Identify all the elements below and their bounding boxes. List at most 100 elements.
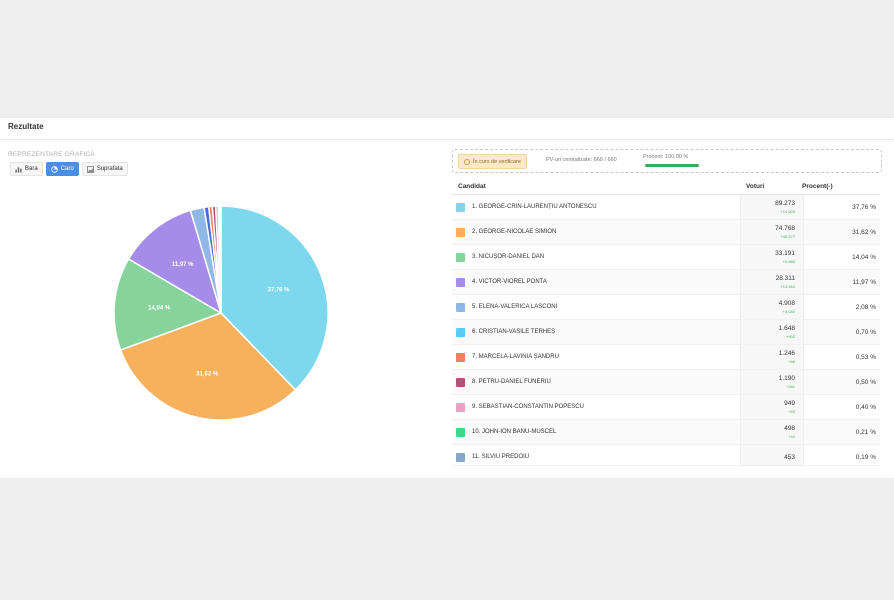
percent-processed: Procent: 100,00 % bbox=[643, 154, 689, 160]
votes-value: 949 bbox=[784, 400, 795, 407]
candidate-color-swatch bbox=[456, 253, 465, 262]
votes-cell: 33.191 +9.880 bbox=[740, 245, 804, 269]
table-row: 10. JOHN-ION BANU-MUSCEL 498 +44 0,21 % bbox=[452, 420, 880, 445]
votes-delta: +68 bbox=[788, 359, 795, 364]
candidate-color-swatch bbox=[456, 353, 465, 362]
clock-icon bbox=[464, 158, 470, 165]
percent-value: 37,76 % bbox=[852, 204, 876, 211]
verification-badge: În curs de verificare bbox=[458, 154, 527, 169]
votes-value: 498 bbox=[784, 425, 795, 432]
table-row: 11. SILVIU PREDOIU 453 0,19 % bbox=[452, 445, 880, 466]
pv-count: PV-uri centralizate: 660 / 660 bbox=[546, 157, 617, 163]
table-row: 5. ELENA-VALERICA LASCONI 4.908 +3.280 2,08… bbox=[452, 295, 880, 320]
votes-cell: 949 +80 bbox=[740, 395, 804, 419]
candidate-color-swatch bbox=[456, 328, 465, 337]
votes-cell: 498 +44 bbox=[740, 420, 804, 444]
bar-chart-icon bbox=[15, 166, 22, 173]
votes-value: 4.908 bbox=[778, 300, 795, 307]
candidate-color-swatch bbox=[456, 453, 465, 462]
votes-cell: 1.648 +902 bbox=[740, 320, 804, 344]
progress-bar-fill bbox=[645, 164, 699, 167]
votes-delta: +44 bbox=[788, 434, 795, 439]
candidate-name: 5. ELENA-VALERICA LASCONI bbox=[472, 304, 558, 310]
votes-value: 28.311 bbox=[775, 275, 795, 282]
pie-chart-icon bbox=[50, 165, 58, 173]
percent-value: 0,50 % bbox=[855, 379, 876, 386]
verification-badge-label: În curs de verificare bbox=[473, 158, 521, 165]
percent-value: 0,19 % bbox=[855, 454, 876, 461]
percent-value: 0,40 % bbox=[855, 404, 876, 411]
candidate-color-swatch bbox=[456, 303, 465, 312]
percent-value: 0,53 % bbox=[855, 354, 876, 361]
candidate-color-swatch bbox=[456, 228, 465, 237]
votes-value: 33.191 bbox=[775, 250, 795, 257]
votes-value: 89.273 bbox=[775, 200, 795, 207]
table-row: 4. VICTOR-VIOREL PONTA 28.311 +13.463 11,97… bbox=[452, 270, 880, 295]
chart-type-toggle: Bara Caro Suprafata bbox=[10, 162, 128, 176]
candidate-color-swatch bbox=[456, 403, 465, 412]
votes-cell: 4.908 +3.280 bbox=[740, 295, 804, 319]
pie-slice-label: 31,62 % bbox=[196, 372, 219, 378]
pie-view-label: Caro bbox=[60, 166, 74, 172]
percent-value: 0,70 % bbox=[855, 329, 876, 336]
percent-column-header[interactable]: Procent(-) bbox=[802, 183, 833, 190]
table-row: 2. GEORGE-NICOLAE SIMION 74.768 +40.577 31,… bbox=[452, 220, 880, 245]
results-table: Candidat Voturi Procent(-) 1. GEORGE-CRI… bbox=[452, 180, 880, 466]
percent-value: 14,04 % bbox=[852, 254, 876, 261]
progress-bar bbox=[645, 164, 699, 167]
candidate-name: 6. CRISTIAN-VASILE TERHEȘ bbox=[472, 329, 556, 335]
area-view-label: Suprafata bbox=[96, 166, 123, 172]
results-panel: Rezultate REPREZENTARE GRAFICĂ Bara Caro… bbox=[0, 118, 894, 478]
table-row: 3. NICUȘOR-DANIEL DAN 33.191 +9.880 14,04 % bbox=[452, 245, 880, 270]
votes-delta: +9.880 bbox=[782, 259, 795, 264]
votes-delta: +40.577 bbox=[780, 234, 795, 239]
candidate-color-swatch bbox=[456, 428, 465, 437]
votes-value: 74.768 bbox=[775, 225, 795, 232]
table-header: Candidat Voturi Procent(-) bbox=[452, 180, 880, 195]
pie-chart: 37,76 % 31,62 % 14,04 % 11,97 % bbox=[113, 205, 329, 421]
pie-slice-label: 11,97 % bbox=[172, 262, 194, 268]
percent-value: 11,97 % bbox=[852, 279, 876, 286]
status-bar: În curs de verificare PV-uri centralizat… bbox=[452, 149, 882, 173]
area-view-button[interactable]: Suprafata bbox=[81, 162, 128, 176]
page-title: Rezultate bbox=[8, 122, 44, 131]
percent-value: 0,21 % bbox=[855, 429, 876, 436]
results-header: Rezultate bbox=[0, 118, 894, 140]
pie-view-button[interactable]: Caro bbox=[45, 162, 79, 176]
votes-cell: 89.273 +14.905 bbox=[740, 195, 804, 219]
candidate-name: 7. MARCELA-LAVINIA ȘANDRU bbox=[472, 354, 559, 360]
table-row: 7. MARCELA-LAVINIA ȘANDRU 1.246 +68 0,53 % bbox=[452, 345, 880, 370]
percent-value: 2,08 % bbox=[855, 304, 876, 311]
table-row: 8. PETRU-DANIEL FUNERIU 1.190 +281 0,50 % bbox=[452, 370, 880, 395]
chart-section-label: REPREZENTARE GRAFICĂ bbox=[8, 151, 95, 158]
votes-delta: +281 bbox=[785, 384, 795, 389]
candidate-name: 8. PETRU-DANIEL FUNERIU bbox=[472, 379, 551, 385]
candidate-color-swatch bbox=[456, 378, 465, 387]
table-body: 1. GEORGE-CRIN-LAURENȚIU ANTONESCU 89.273… bbox=[452, 195, 880, 466]
votes-delta: +14.905 bbox=[780, 209, 795, 214]
table-row: 9. SEBASTIAN-CONSTANTIN POPESCU 949 +80 0,4… bbox=[452, 395, 880, 420]
candidate-name: 9. SEBASTIAN-CONSTANTIN POPESCU bbox=[472, 404, 584, 410]
votes-cell: 453 bbox=[740, 445, 804, 465]
candidate-name: 1. GEORGE-CRIN-LAURENȚIU ANTONESCU bbox=[472, 204, 597, 210]
candidate-color-swatch bbox=[456, 278, 465, 287]
candidate-name: 10. JOHN-ION BANU-MUSCEL bbox=[472, 429, 557, 435]
candidate-name: 2. GEORGE-NICOLAE SIMION bbox=[472, 229, 557, 235]
pie-slice-label: 37,76 % bbox=[268, 288, 291, 294]
votes-cell: 1.246 +68 bbox=[740, 345, 804, 369]
pie-slice-label: 14,04 % bbox=[148, 306, 171, 312]
votes-delta: +3.280 bbox=[782, 309, 795, 314]
candidate-color-swatch bbox=[456, 203, 465, 212]
percent-value: 31,62 % bbox=[852, 229, 876, 236]
candidate-name: 4. VICTOR-VIOREL PONTA bbox=[472, 279, 547, 285]
table-row: 6. CRISTIAN-VASILE TERHEȘ 1.648 +902 0,70 % bbox=[452, 320, 880, 345]
candidate-name: 3. NICUȘOR-DANIEL DAN bbox=[472, 254, 545, 260]
table-row: 1. GEORGE-CRIN-LAURENȚIU ANTONESCU 89.273… bbox=[452, 195, 880, 220]
area-chart-icon bbox=[86, 165, 94, 173]
bar-view-button[interactable]: Bara bbox=[10, 162, 43, 176]
votes-cell: 28.311 +13.463 bbox=[740, 270, 804, 294]
votes-delta: +80 bbox=[788, 409, 795, 414]
candidate-column-header[interactable]: Candidat bbox=[458, 183, 486, 190]
votes-column-header[interactable]: Voturi bbox=[746, 183, 764, 190]
candidate-name: 11. SILVIU PREDOIU bbox=[472, 454, 530, 460]
